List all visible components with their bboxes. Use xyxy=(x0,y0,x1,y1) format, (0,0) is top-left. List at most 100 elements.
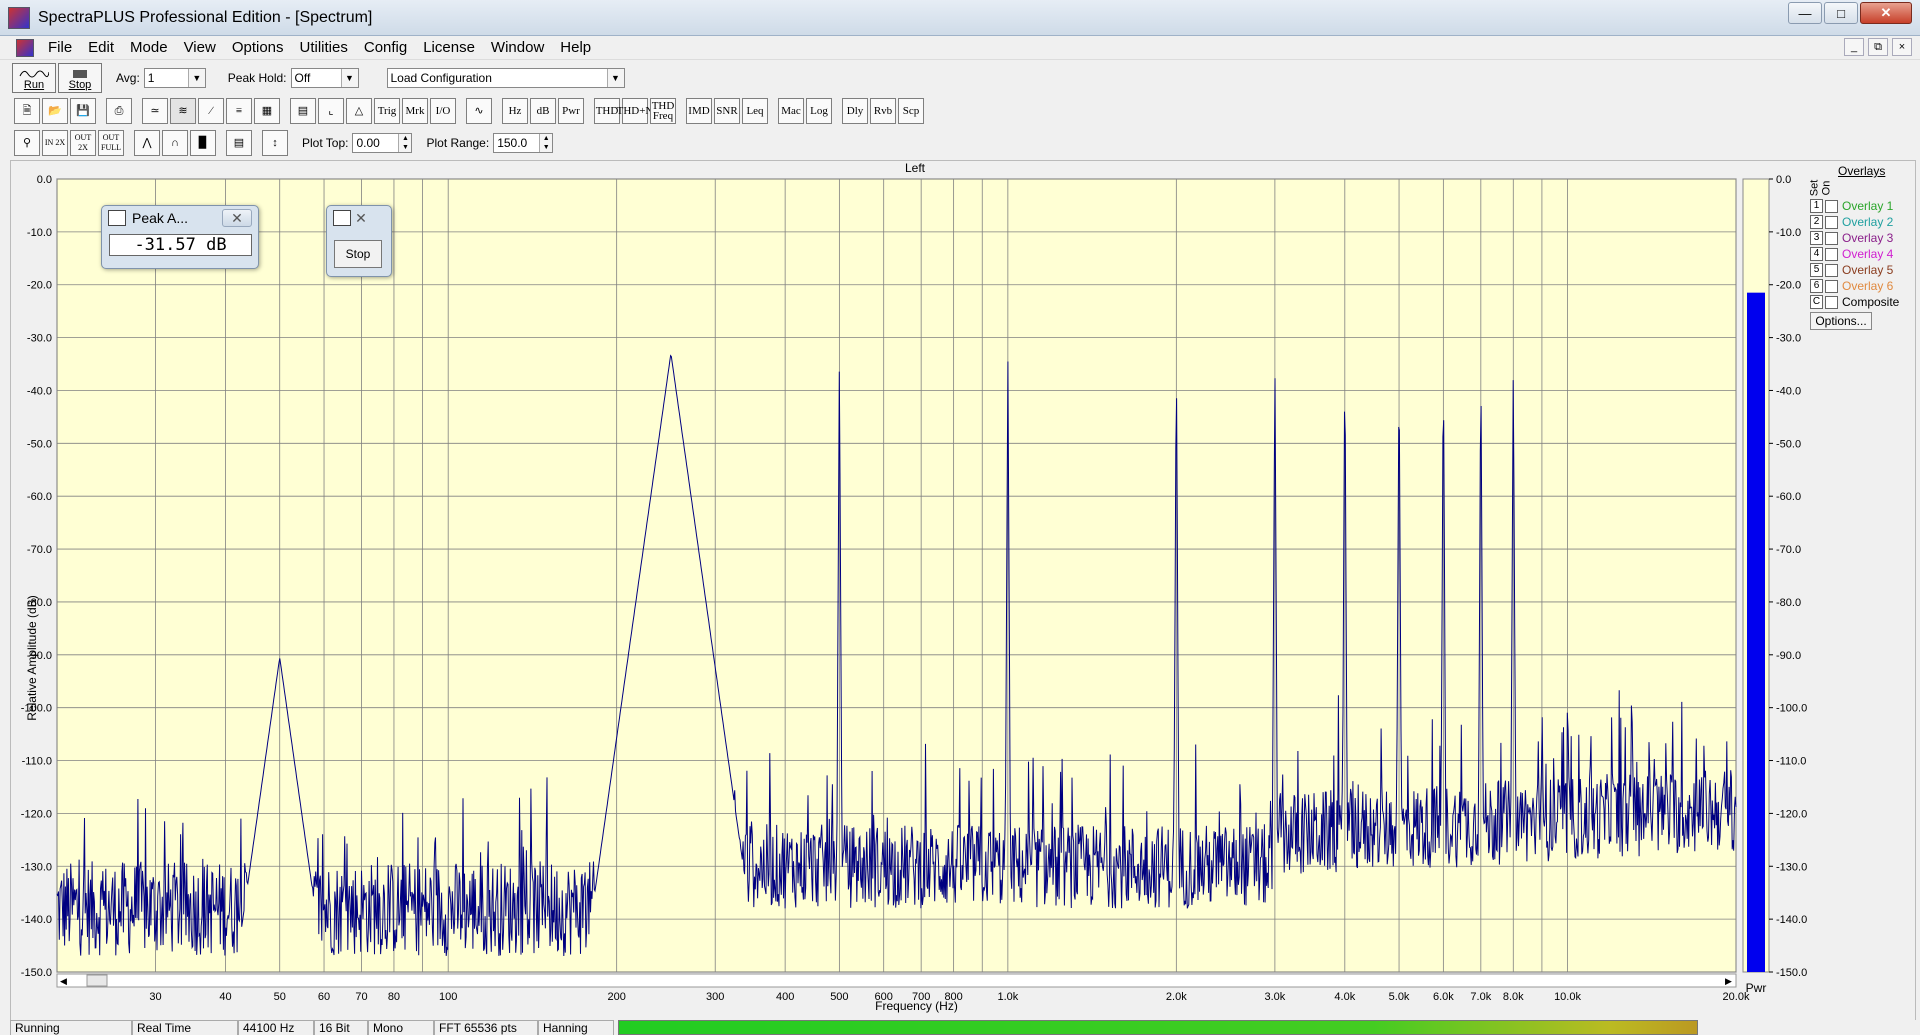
meter-pwr-label: Pwr xyxy=(1746,981,1767,995)
close-button[interactable]: ✕ xyxy=(1860,2,1912,24)
overlay-checkbox[interactable] xyxy=(1825,215,1838,229)
overlay-options-button[interactable]: Options... xyxy=(1810,312,1872,330)
overlay-label: Overlay 2 xyxy=(1842,215,1894,229)
overlay-checkbox[interactable] xyxy=(1825,263,1838,277)
doc-close-button[interactable]: × xyxy=(1892,38,1912,56)
y-tick-label: -120.0 xyxy=(21,808,52,820)
menu-edit[interactable]: Edit xyxy=(80,39,122,56)
x-tick-label: 7.0k xyxy=(1470,991,1491,1003)
peak-window-close-button[interactable]: ✕ xyxy=(222,209,252,227)
mrk-button[interactable]: Mrk xyxy=(402,98,428,124)
time-series-button[interactable]: ≃ xyxy=(142,98,168,124)
menu-options[interactable]: Options xyxy=(224,39,292,56)
menu-mode[interactable]: Mode xyxy=(122,39,176,56)
overlay-checkbox[interactable] xyxy=(1825,247,1838,261)
doc-restore-button[interactable]: ⧉ xyxy=(1868,38,1888,56)
trig-button[interactable]: Trig xyxy=(374,98,400,124)
avg-select[interactable]: 1 ▼ xyxy=(143,68,206,88)
menu-utilities[interactable]: Utilities xyxy=(292,39,356,56)
spectrogram-button[interactable]: ≡ xyxy=(226,98,252,124)
new-file-button[interactable]: 🗎 xyxy=(14,98,40,124)
open-file-button[interactable]: 📂 xyxy=(42,98,68,124)
y-tick-label: -130.0 xyxy=(21,861,52,873)
scp-button[interactable]: Scp xyxy=(898,98,924,124)
rvb-button[interactable]: Rvb xyxy=(870,98,896,124)
composite-set-button[interactable]: C xyxy=(1810,295,1823,309)
io-button[interactable]: I/O xyxy=(430,98,456,124)
log-button[interactable]: Log xyxy=(806,98,832,124)
3d-surface-button[interactable]: ▦ xyxy=(254,98,280,124)
spin-icon[interactable]: ▲ ▼ xyxy=(398,134,412,152)
status-state: Running xyxy=(10,1020,132,1035)
plot-properties-button[interactable]: ▤ xyxy=(226,130,252,156)
configuration-select[interactable]: Load Configuration ▼ xyxy=(386,68,625,88)
menu-view[interactable]: View xyxy=(176,39,224,56)
menu-config[interactable]: Config xyxy=(356,39,415,56)
overlay-set-button[interactable]: 5 xyxy=(1810,263,1823,277)
menu-help[interactable]: Help xyxy=(552,39,599,56)
overlay-set-button[interactable]: 1 xyxy=(1810,199,1823,213)
view-toolbar: ⚲ IN 2X OUT 2X OUT FULL ⋀ ∩ ▉ ▤ ↕ Plot T… xyxy=(0,128,1920,158)
settings-button[interactable]: ▤ xyxy=(290,98,316,124)
overlay-checkbox[interactable] xyxy=(1825,279,1838,293)
db-button[interactable]: dB xyxy=(530,98,556,124)
thd-freq-button[interactable]: THD Freq xyxy=(650,98,676,124)
zoom-out-2x-button[interactable]: OUT 2X xyxy=(70,130,96,156)
run-button[interactable]: Run xyxy=(12,63,56,93)
status-bar: Running Real Time 44100 Hz 16 Bit Mono F… xyxy=(10,1020,1916,1035)
plot-area xyxy=(56,178,1737,973)
menu-license[interactable]: License xyxy=(415,39,483,56)
window-controls: — □ ✕ xyxy=(1788,2,1912,24)
menu-file[interactable]: File xyxy=(40,39,80,56)
hz-button[interactable]: Hz xyxy=(502,98,528,124)
app-icon[interactable] xyxy=(8,6,30,29)
overlay-set-button[interactable]: 6 xyxy=(1810,279,1823,293)
document-icon[interactable] xyxy=(16,38,34,57)
plot-range-input[interactable]: 150.0 ▲ ▼ xyxy=(493,133,554,153)
snr-button[interactable]: SNR xyxy=(714,98,740,124)
calibration-button[interactable]: ⌞ xyxy=(318,98,344,124)
pwr-button[interactable]: Pwr xyxy=(558,98,584,124)
app-window: SpectraPLUS Professional Edition - [Spec… xyxy=(0,0,1920,1035)
document-controls: _ ⧉ × xyxy=(1844,38,1912,56)
area-plot-button[interactable]: ∩ xyxy=(162,130,188,156)
composite-checkbox[interactable] xyxy=(1825,295,1838,309)
capture-stop-button[interactable]: Stop xyxy=(334,240,382,268)
bar-plot-button[interactable]: ▉ xyxy=(190,130,216,156)
imd-button[interactable]: IMD xyxy=(686,98,712,124)
overlays-header[interactable]: Overlays xyxy=(1838,164,1885,178)
spectrum-chart[interactable]: 0.0 -10.0 -20.0 -30.0 -40.0 -50.0 -60.0 -70.0 -8… xyxy=(11,161,1917,1027)
print-button[interactable]: ⎙ xyxy=(106,98,132,124)
signal-generator-button[interactable]: ∿ xyxy=(466,98,492,124)
overlay-set-button[interactable]: 2 xyxy=(1810,215,1823,229)
save-file-button[interactable]: 💾 xyxy=(70,98,96,124)
properties-list-icon: ▤ xyxy=(233,137,245,149)
weighting-button[interactable]: △ xyxy=(346,98,372,124)
zoom-out-full-button[interactable]: OUT FULL xyxy=(98,130,124,156)
x-tick-label: 200 xyxy=(607,991,625,1003)
overlay-set-button[interactable]: 4 xyxy=(1810,247,1823,261)
plot-top-input[interactable]: 0.00 ▲ ▼ xyxy=(352,133,413,153)
overlay-checkbox[interactable] xyxy=(1825,231,1838,245)
menu-window[interactable]: Window xyxy=(483,39,552,56)
peak-hold-select[interactable]: Off ▼ xyxy=(290,68,359,88)
stop-button[interactable]: Stop xyxy=(58,63,102,93)
zoom-in-2x-button[interactable]: IN 2X xyxy=(42,130,68,156)
phase-button[interactable]: ∕ xyxy=(198,98,224,124)
thd-n-button[interactable]: THD+N xyxy=(617,98,653,124)
leq-button[interactable]: Leq xyxy=(742,98,768,124)
doc-minimize-button[interactable]: _ xyxy=(1844,38,1864,56)
autoscale-button[interactable]: ↕ xyxy=(262,130,288,156)
overlays-set-header: Set xyxy=(1808,179,1821,197)
line-plot-button[interactable]: ⋀ xyxy=(134,130,160,156)
mac-button[interactable]: Mac xyxy=(778,98,804,124)
spectrum-button[interactable]: ≋ xyxy=(170,98,196,124)
zoom-button[interactable]: ⚲ xyxy=(14,130,40,156)
dly-button[interactable]: Dly xyxy=(842,98,868,124)
maximize-button[interactable]: □ xyxy=(1824,2,1858,24)
minimize-button[interactable]: — xyxy=(1788,2,1822,24)
spin-icon[interactable]: ▲ ▼ xyxy=(539,134,553,152)
overlay-set-button[interactable]: 3 xyxy=(1810,231,1823,245)
capture-window-close-button[interactable]: ✕ xyxy=(349,209,373,227)
overlay-checkbox[interactable] xyxy=(1825,199,1838,213)
